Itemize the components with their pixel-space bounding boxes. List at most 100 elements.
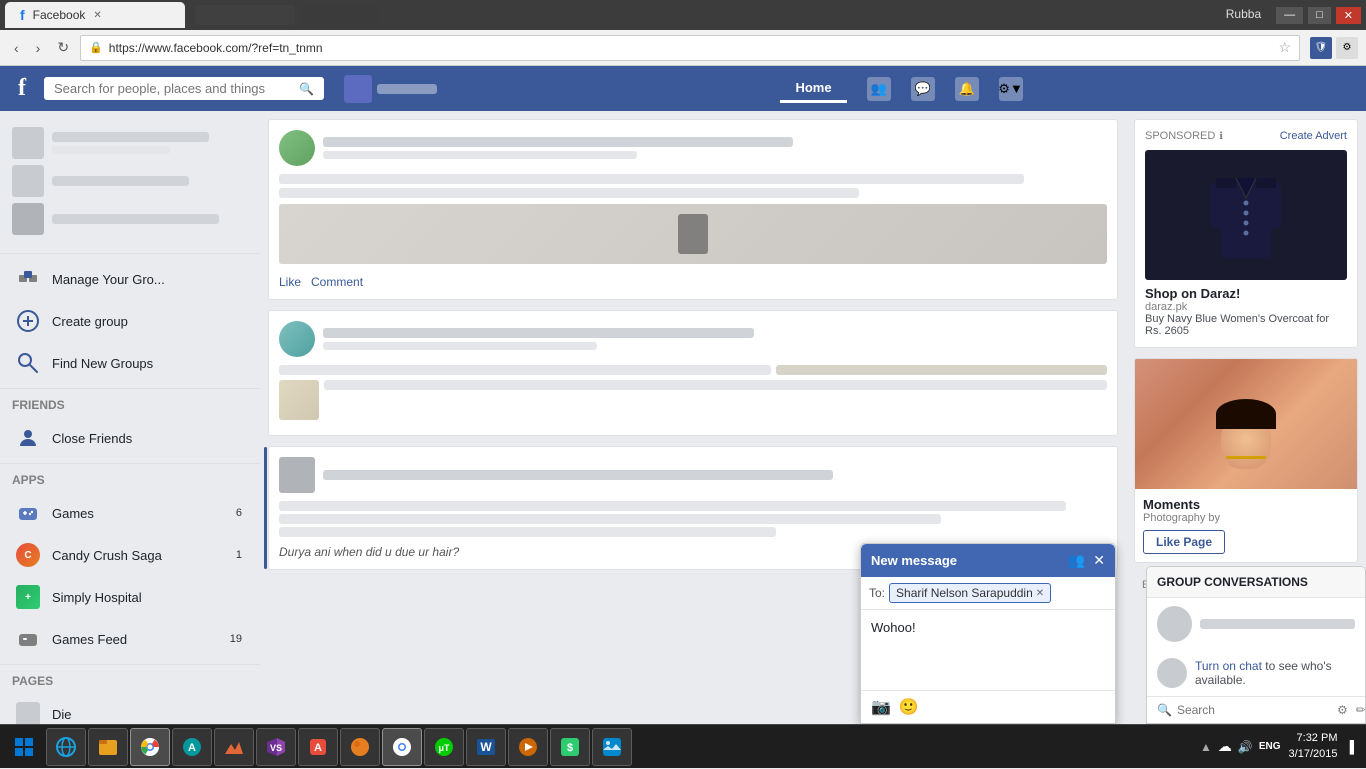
taskbar-app-arduino[interactable]: A	[172, 728, 212, 766]
address-bar[interactable]: 🔒 https://www.facebook.com/?ref=tn_tnmn …	[80, 35, 1300, 61]
show-desktop-button[interactable]: ▐	[1345, 740, 1354, 754]
visual-studio-icon: VS	[265, 736, 287, 758]
sidebar-item-manage-groups[interactable]: Manage Your Gro...	[0, 258, 260, 300]
app7-icon	[349, 736, 371, 758]
search-box[interactable]: 🔍	[44, 77, 324, 100]
friends-section-title: FRIENDS	[0, 393, 260, 417]
nav-settings-icon[interactable]: ⚙▼	[999, 77, 1023, 101]
sidebar-item-simply-hospital[interactable]: + Simply Hospital	[0, 576, 260, 618]
left-sidebar: Manage Your Gro... Create group Find New…	[0, 111, 260, 769]
new-message-to-field[interactable]: To: Sharif Nelson Sarapuddin ✕	[861, 577, 1115, 610]
sidebar-item-candy-crush[interactable]: C Candy Crush Saga 1	[0, 534, 260, 576]
taskbar-app-matlab[interactable]	[214, 728, 254, 766]
taskbar-clock[interactable]: 7:32 PM 3/17/2015	[1289, 731, 1338, 762]
tab-title: Facebook	[33, 8, 86, 22]
candy-crush-badge: 1	[230, 548, 248, 562]
nav-notifications-icon[interactable]: 🔔	[955, 77, 979, 101]
taskbar-app-files[interactable]	[88, 728, 128, 766]
to-input[interactable]	[1055, 586, 1107, 601]
browser-tab-facebook[interactable]: f Facebook ✕	[5, 2, 185, 28]
word-icon: W	[475, 736, 497, 758]
create-advert-link[interactable]: Create Advert	[1280, 130, 1347, 142]
taskbar-app-photos[interactable]	[592, 728, 632, 766]
minimize-button[interactable]: —	[1276, 7, 1303, 24]
language-label[interactable]: ENG	[1259, 741, 1281, 752]
store-icon: $	[559, 736, 581, 758]
create-group-label: Create group	[52, 314, 128, 329]
settings-ext-icon[interactable]: ⚙	[1336, 37, 1358, 59]
bookmark-icon[interactable]: ☆	[1278, 39, 1291, 56]
maximize-button[interactable]: □	[1308, 7, 1331, 24]
shield-ext-icon[interactable]: 🛡	[1310, 37, 1332, 59]
group-conv-edit-icon[interactable]: ✏	[1356, 703, 1366, 717]
tray-overflow[interactable]: ▲	[1200, 740, 1212, 754]
new-message-close-button[interactable]: ✕	[1093, 552, 1105, 569]
chat-icon-placeholder	[1157, 658, 1187, 688]
taskbar-app-torrent[interactable]: μT	[424, 728, 464, 766]
die-label: Die	[52, 707, 72, 722]
comment-link-1[interactable]: Comment	[311, 275, 363, 289]
post-text-3-1	[279, 501, 1066, 511]
back-button[interactable]: ‹	[8, 37, 25, 59]
chrome-icon-2	[391, 736, 413, 758]
ad-domain: daraz.pk	[1145, 301, 1347, 313]
post-time-blur-1	[323, 151, 637, 159]
like-link-1[interactable]: Like	[279, 275, 301, 289]
group-conv-name-blur	[1200, 619, 1355, 629]
taskbar-app-unknown[interactable]: A	[298, 728, 338, 766]
new-message-add-people-button[interactable]: 👥	[1068, 552, 1085, 569]
group-conv-settings-icon[interactable]: ⚙	[1337, 703, 1348, 717]
tray-onedrive-icon[interactable]: ☁	[1218, 738, 1232, 755]
new-message-header: New message 👥 ✕	[861, 544, 1115, 577]
close-button[interactable]: ✕	[1336, 7, 1361, 24]
taskbar-app-chrome-2[interactable]	[382, 728, 422, 766]
new-message-body[interactable]: Wohoo!	[861, 610, 1115, 690]
tray-volume-icon[interactable]: 🔊	[1238, 740, 1253, 754]
group-conv-search-bar[interactable]: 🔍 ⚙ ✏	[1147, 696, 1365, 723]
browser-extensions: 🛡 ⚙	[1310, 37, 1358, 59]
message-emoji-button[interactable]: 🙂	[899, 697, 919, 717]
facebook-logo: f	[10, 73, 34, 104]
turn-on-chat-text[interactable]: Turn on chat to see who's available.	[1195, 659, 1355, 687]
simply-hospital-icon: +	[12, 581, 44, 613]
files-icon	[97, 736, 119, 758]
taskbar-app-ball[interactable]	[340, 728, 380, 766]
sidebar-item-find-groups[interactable]: Find New Groups	[0, 342, 260, 384]
windows-logo-icon	[14, 737, 34, 757]
ad-title[interactable]: Shop on Daraz!	[1145, 286, 1347, 301]
taskbar-app-ie[interactable]	[46, 728, 86, 766]
recipient-remove-icon[interactable]: ✕	[1036, 588, 1044, 599]
nav-friends-icon[interactable]: 👥	[867, 77, 891, 101]
search-icon: 🔍	[299, 82, 314, 96]
taskbar-app-word[interactable]: W	[466, 728, 506, 766]
group-conv-search-input[interactable]	[1177, 703, 1332, 717]
taskbar-app-media[interactable]	[508, 728, 548, 766]
clock-time: 7:32 PM	[1289, 731, 1338, 746]
refresh-button[interactable]: ↻	[51, 36, 75, 59]
search-input[interactable]	[54, 81, 293, 96]
sponsored-section: SPONSORED ℹ Create Advert	[1134, 119, 1358, 348]
taskbar-app-chrome[interactable]	[130, 728, 170, 766]
nav-messages-icon[interactable]: 💬	[911, 77, 935, 101]
forward-button[interactable]: ›	[30, 37, 47, 59]
candy-crush-label: Candy Crush Saga	[52, 548, 162, 563]
sidebar-item-close-friends[interactable]: Close Friends	[0, 417, 260, 459]
sidebar-blurred-avatar-3	[12, 203, 44, 235]
svg-text:VS: VS	[270, 743, 282, 753]
start-button[interactable]	[4, 727, 44, 767]
taskbar-app-vs[interactable]: VS	[256, 728, 296, 766]
blur-img-2	[279, 380, 319, 420]
system-tray: ▲ ☁ 🔊 ENG	[1200, 738, 1281, 755]
nav-home[interactable]: Home	[780, 75, 846, 103]
sidebar-item-games[interactable]: Games 6	[0, 492, 260, 534]
tab-close-icon[interactable]: ✕	[93, 10, 101, 21]
group-conv-title: GROUP CONVERSATIONS	[1157, 575, 1308, 589]
profile-avatar[interactable]	[344, 75, 372, 103]
message-photo-button[interactable]: 📷	[871, 697, 891, 717]
like-page-button[interactable]: Like Page	[1143, 530, 1225, 554]
find-groups-label: Find New Groups	[52, 356, 153, 371]
sidebar-item-games-feed[interactable]: Games Feed 19	[0, 618, 260, 660]
close-friends-label: Close Friends	[52, 431, 132, 446]
sidebar-item-create-group[interactable]: Create group	[0, 300, 260, 342]
taskbar-app-store[interactable]: $	[550, 728, 590, 766]
